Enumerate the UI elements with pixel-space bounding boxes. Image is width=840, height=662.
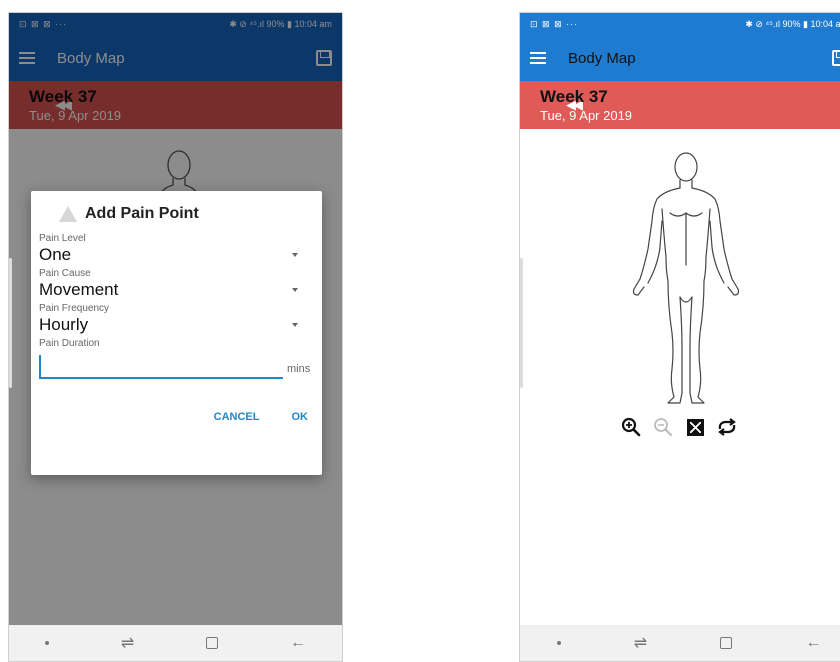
zoom-in-icon[interactable] [620,416,642,438]
pain-cause-label: Pain Cause [39,268,91,279]
edge-panel-handle[interactable] [9,258,12,388]
dropdown-arrow-icon [292,288,298,292]
pain-frequency-select[interactable]: Hourly [39,314,312,336]
app-bar: Body Map [520,35,840,81]
week-bar: ◀◀ Week 37 Tue, 9 Apr 2019 [520,81,840,129]
rotate-icon[interactable] [716,416,738,438]
body-map-area[interactable] [520,129,840,625]
dropdown-arrow-icon [292,323,298,327]
fit-screen-icon[interactable] [684,416,706,438]
status-bar: ⊡ ⊠ ⊠ ··· ✱ ⊘ ⁴⁵.ıl 90% ▮ 10:04 am [520,13,840,35]
pain-frequency-label: Pain Frequency [39,303,110,314]
duration-unit: mins [287,363,311,375]
week-title: Week 37 [540,87,608,106]
pain-level-label: Pain Level [39,233,86,244]
home-icon[interactable] [720,637,733,649]
zoom-controls [520,416,840,438]
back-icon[interactable]: ← [290,634,306,652]
notification-icons: ⊡ ⊠ ⊠ ··· [530,18,579,29]
status-right: ✱ ⊘ ⁴⁵.ıl 90% ▮ 10:04 am [745,18,840,29]
nav-dot-icon[interactable] [44,641,49,645]
body-figure[interactable] [624,147,748,405]
dialog-title: Add Pain Point [85,205,199,222]
nav-dot-icon[interactable] [556,641,561,645]
recent-apps-icon[interactable]: ⇌ [121,633,134,653]
recent-apps-icon[interactable]: ⇌ [634,633,647,653]
back-icon[interactable]: ← [805,634,821,652]
edge-panel-handle[interactable] [520,258,523,388]
pain-cause-select[interactable]: Movement [39,279,312,301]
cancel-button[interactable]: CANCEL [214,411,260,423]
pain-level-value: One [39,245,72,264]
phone-screen-body-map: ⊡ ⊠ ⊠ ··· ✱ ⊘ ⁴⁵.ıl 90% ▮ 10:04 am Body … [519,12,840,662]
week-date: Tue, 9 Apr 2019 [540,108,633,123]
phone-screen-dialog: ⊡ ⊠ ⊠ ··· ✱ ⊘ ⁴⁵.ıl 90% ▮ 10:04 am Body … [8,12,343,662]
pain-cause-value: Movement [39,280,119,299]
pain-duration-label: Pain Duration [39,338,100,349]
dropdown-arrow-icon [292,253,298,257]
system-nav-bar: ⇌ ← [9,625,342,661]
home-icon[interactable] [206,637,219,649]
menu-icon[interactable] [530,52,546,64]
pain-level-select[interactable]: One [39,244,312,266]
add-pain-point-dialog: Add Pain Point Pain Level One Pain Cause… [31,191,322,475]
pain-duration-input[interactable] [39,355,283,379]
save-icon[interactable] [832,50,840,66]
system-nav-bar: ⇌ ← [520,625,840,661]
ok-button[interactable]: OK [292,411,309,423]
pain-frequency-value: Hourly [39,315,89,334]
warning-icon [59,206,77,222]
zoom-out-icon[interactable] [652,416,674,438]
app-title: Body Map [568,49,636,67]
